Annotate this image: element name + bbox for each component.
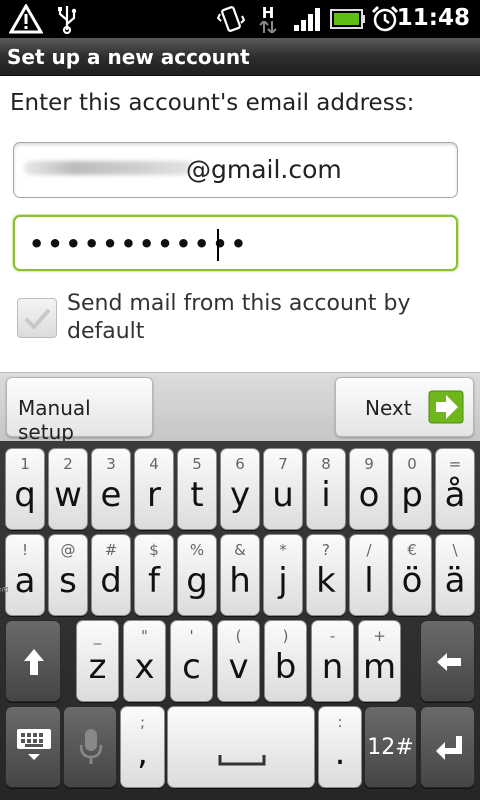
password-field[interactable]: •••••••••••• <box>13 215 458 271</box>
key-x[interactable]: " x <box>123 620 166 702</box>
email-domain-text: @gmail.com <box>186 155 342 184</box>
key-p[interactable]: 0p <box>392 448 432 530</box>
key-u[interactable]: 7u <box>263 448 303 530</box>
backspace-key[interactable] <box>420 620 475 702</box>
key-m[interactable]: + m <box>358 620 401 702</box>
key-e[interactable]: 3e <box>91 448 131 530</box>
enter-arrow-icon <box>436 736 462 760</box>
warning-icon <box>8 4 44 34</box>
enter-key[interactable] <box>420 706 475 788</box>
key-f[interactable]: $ f <box>134 534 174 616</box>
redacted-username <box>24 161 192 175</box>
period-key[interactable]: : . <box>318 706 362 788</box>
key-ö[interactable]: € ö <box>392 534 432 616</box>
key-l[interactable]: / l <box>349 534 389 616</box>
key-ä[interactable]: \ ä <box>435 534 475 616</box>
manual-setup-button[interactable]: Manual setup <box>6 377 153 444</box>
clock: 11:48 <box>396 5 470 31</box>
email-field[interactable]: @gmail.com <box>13 142 458 198</box>
status-bar: H 11:48 <box>0 0 480 38</box>
default-account-label: Send mail from this account by default <box>67 291 411 344</box>
action-bar: Manual setup Next <box>0 372 480 444</box>
key-o[interactable]: 9o <box>349 448 389 530</box>
signal-icon <box>292 4 324 34</box>
keyboard-side-label: ä <box>0 586 11 593</box>
key-i[interactable]: 8i <box>306 448 346 530</box>
key-s[interactable]: @ s <box>48 534 88 616</box>
key-r[interactable]: 4r <box>134 448 174 530</box>
soft-keyboard: 1 q 2 w 3 e 4 r 5 t 6 y 7 u 8 i 9 o 0 p = å ! a @ s # d $ f% g & h * j? k /… <box>0 441 480 800</box>
key-j[interactable]: * j <box>263 534 303 616</box>
keyboard-hide-key[interactable] <box>5 706 61 788</box>
email-prompt: Enter this account's email address: <box>10 90 415 116</box>
microphone-icon <box>79 729 103 764</box>
hspa-data-icon: H <box>256 4 280 34</box>
key-a[interactable]: ! a <box>5 534 45 616</box>
backspace-arrow-icon <box>437 653 461 671</box>
next-button[interactable]: Next <box>335 377 474 437</box>
title-bar: Set up a new account <box>0 38 480 76</box>
key-h[interactable]: & h <box>220 534 260 616</box>
key-q[interactable]: 1q <box>5 448 45 530</box>
text-cursor <box>217 229 219 261</box>
shift-arrow-icon <box>24 649 44 675</box>
alarm-icon <box>370 4 400 34</box>
keyboard-icon <box>17 729 51 760</box>
key-k[interactable]: ? k <box>306 534 346 616</box>
default-account-checkbox[interactable] <box>17 298 57 338</box>
space-icon <box>218 755 266 766</box>
key-g[interactable]: % g <box>177 534 217 616</box>
symbols-key[interactable]: 12# <box>364 706 417 788</box>
voice-input-key[interactable] <box>63 706 117 788</box>
account-form: Enter this account's email address: @gma… <box>0 76 480 372</box>
battery-icon <box>330 4 366 34</box>
key-y[interactable]: 6y <box>220 448 260 530</box>
key-t[interactable]: 5t <box>177 448 217 530</box>
key-å[interactable]: = å <box>435 448 475 530</box>
key-c[interactable]: ' c <box>170 620 213 702</box>
page-title: Set up a new account <box>7 45 250 69</box>
shift-key[interactable] <box>5 620 61 702</box>
next-arrow-icon <box>428 390 464 424</box>
comma-key[interactable]: ; , <box>120 706 165 788</box>
key-w[interactable]: 2w <box>48 448 88 530</box>
key-z[interactable]: _ z <box>76 620 119 702</box>
checkmark-icon <box>24 308 51 330</box>
key-b[interactable]: ) b <box>264 620 307 702</box>
vibrate-icon <box>216 4 246 34</box>
key-v[interactable]: (v <box>217 620 260 702</box>
usb-icon <box>54 4 80 34</box>
space-key[interactable] <box>167 706 315 788</box>
key-n[interactable]: -n <box>311 620 354 702</box>
key-d[interactable]: # d <box>91 534 131 616</box>
